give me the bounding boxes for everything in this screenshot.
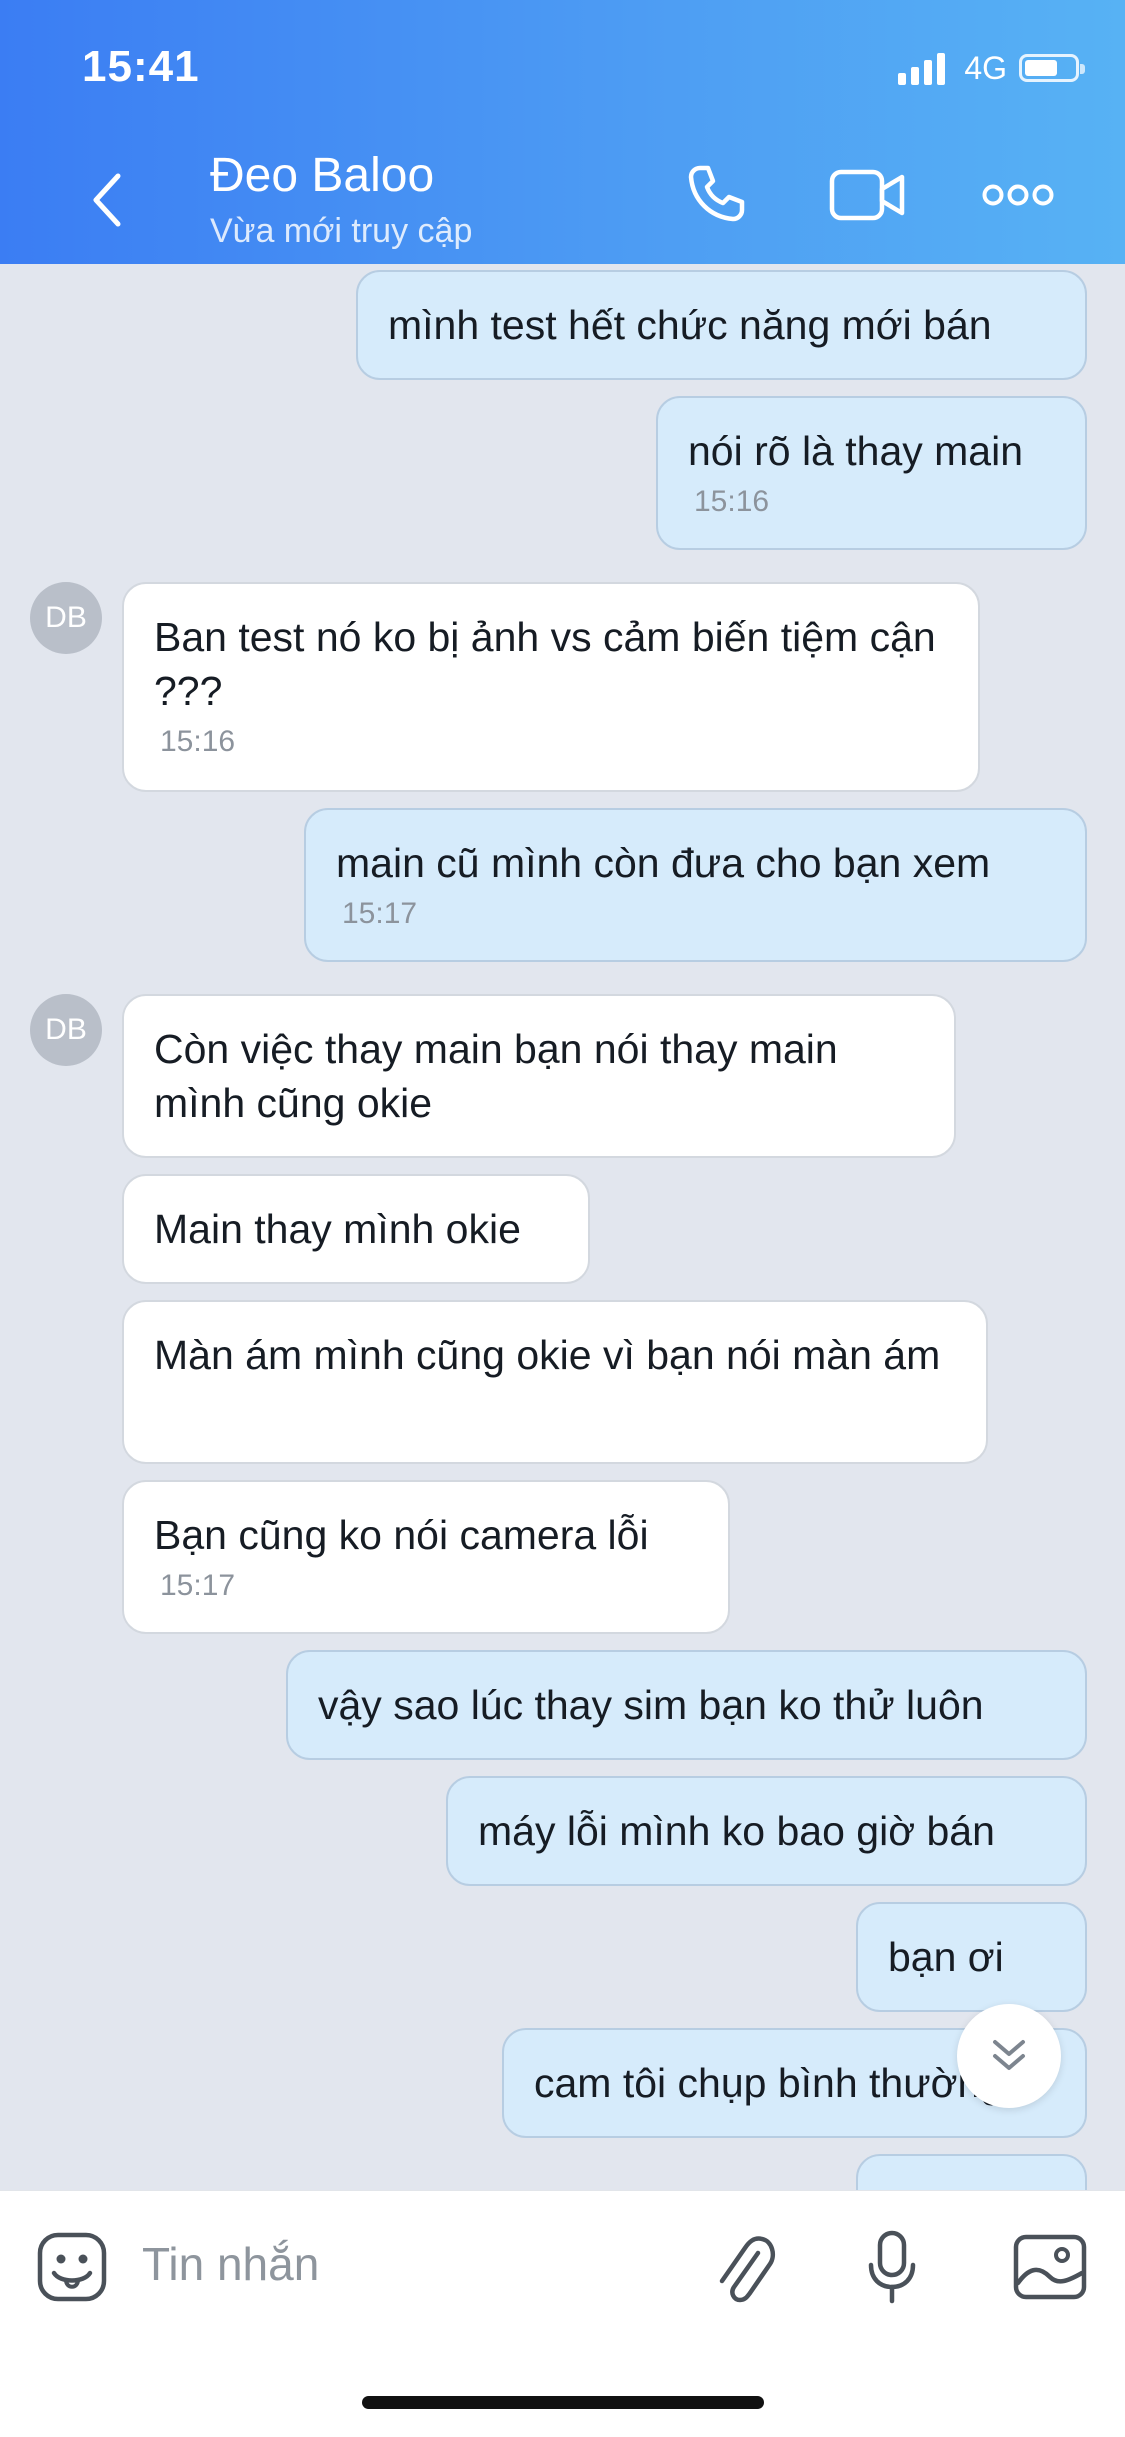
- back-button[interactable]: [84, 168, 132, 232]
- home-indicator[interactable]: [362, 2396, 764, 2409]
- message-text: nói rõ là thay main: [688, 428, 1024, 474]
- paperclip-icon: [719, 2236, 775, 2303]
- message-bubble[interactable]: Main thay mình okie: [122, 1174, 590, 1284]
- message-text: Màn ám mình cũng okie vì bạn nói màn ám: [154, 1332, 941, 1378]
- sticker-face-icon: [37, 2232, 107, 2302]
- message-time: 15:17: [342, 897, 418, 930]
- message-text: mình test hết chức năng mới bán: [388, 302, 992, 348]
- message-bubble[interactable]: vậy sao lúc thay sim bạn ko thử luôn: [286, 1650, 1087, 1760]
- message-bubble[interactable]: bạn ơi: [856, 1902, 1087, 2012]
- message-bubble[interactable]: Còn việc thay main bạn nói thay main mìn…: [122, 994, 956, 1158]
- status-time: 15:41: [82, 42, 200, 91]
- message-text: máy lỗi mình ko bao giờ bán: [478, 1808, 995, 1854]
- image-button[interactable]: [1012, 2233, 1088, 2306]
- call-button[interactable]: [684, 162, 748, 231]
- message-time: 15:17: [160, 1569, 236, 1602]
- avatar[interactable]: DB: [30, 994, 102, 1066]
- message-text: cam tôi chụp bình thường: [534, 2060, 1004, 2106]
- contact-name[interactable]: Đeo Baloo: [210, 148, 434, 203]
- scroll-to-bottom-button[interactable]: [957, 2004, 1061, 2108]
- message-time: 15:16: [694, 485, 770, 518]
- message-text: vậy sao lúc thay sim bạn ko thử luôn: [318, 1682, 984, 1728]
- more-dots-icon: [982, 184, 1054, 206]
- network-type: 4G: [964, 49, 1007, 86]
- message-text: Còn việc thay main bạn nói thay main mìn…: [154, 1026, 838, 1126]
- chevron-left-icon: [93, 173, 121, 227]
- message-text: main cũ mình còn đưa cho bạn xem: [336, 840, 991, 886]
- phone-icon: [688, 165, 745, 222]
- message-bubble[interactable]: máy lỗi mình ko bao giờ bán: [446, 1776, 1087, 1886]
- message-time: 15:16: [160, 725, 236, 758]
- message-bubble[interactable]: Màn ám mình cũng okie vì bạn nói màn ám: [122, 1300, 988, 1464]
- presence-status: Vừa mới truy cập: [210, 212, 473, 250]
- more-options-button[interactable]: [982, 182, 1054, 213]
- status-indicators: 4G: [898, 46, 1085, 90]
- message-text: Main thay mình okie: [154, 1206, 521, 1252]
- message-bubble[interactable]: main cũ mình còn đưa cho bạn xem 15:17: [304, 808, 1087, 962]
- double-chevron-down-icon: [993, 2040, 1025, 2070]
- message-bubble[interactable]: Bạn cũng ko nói camera lỗi 15:17: [122, 1480, 730, 1634]
- video-call-button[interactable]: [828, 166, 908, 229]
- message-bubble[interactable]: Ban test nó ko bị ảnh vs cảm biến tiệm c…: [122, 582, 980, 792]
- message-text: Ban test nó ko bị ảnh vs cảm biến tiệm c…: [154, 614, 936, 714]
- message-bubble[interactable]: nói rõ là thay main 15:16: [656, 396, 1087, 550]
- message-input[interactable]: Tin nhắn: [142, 2237, 319, 2291]
- message-text: bạn ơi: [888, 1934, 1004, 1980]
- video-camera-icon: [829, 169, 905, 221]
- message-bubble[interactable]: mình test hết chức năng mới bán: [356, 270, 1087, 380]
- message-text: Bạn cũng ko nói camera lỗi: [154, 1512, 649, 1558]
- sticker-button[interactable]: [36, 2231, 108, 2308]
- message-bubble[interactable]: [856, 2154, 1087, 2190]
- message-list[interactable]: mình test hết chức năng mới bán nói rõ l…: [0, 264, 1125, 2190]
- image-icon: [1013, 2234, 1087, 2300]
- battery-icon: [1019, 54, 1085, 82]
- voice-button[interactable]: [866, 2229, 918, 2312]
- signal-icon: [898, 51, 950, 85]
- attach-button[interactable]: [712, 2231, 778, 2312]
- avatar[interactable]: DB: [30, 582, 102, 654]
- chat-header: 15:41 4G Đeo Baloo Vừa mới truy cập: [0, 0, 1125, 264]
- microphone-icon: [868, 2230, 916, 2304]
